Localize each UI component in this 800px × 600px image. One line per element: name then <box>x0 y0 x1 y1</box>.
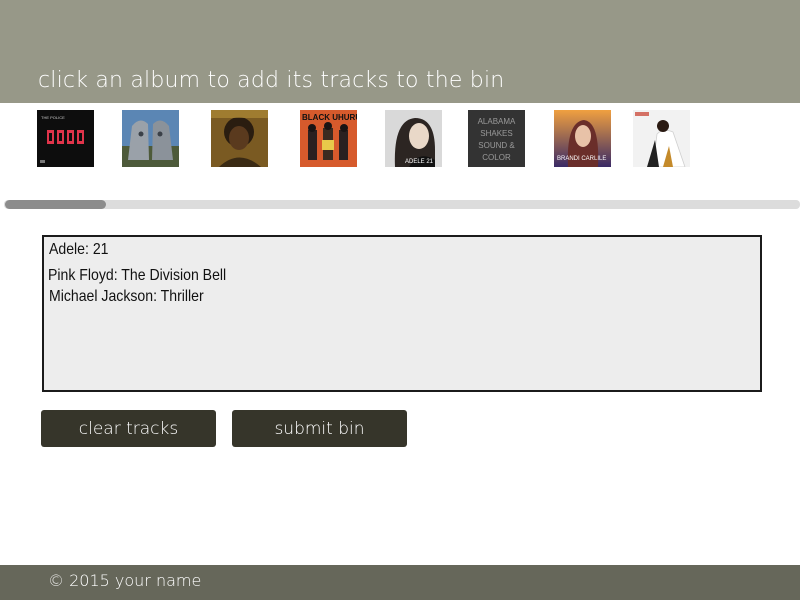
album-cover-alabama-shakes-icon: ALABAMA SHAKES SOUND & COLOR <box>468 110 525 167</box>
footer-copyright: © 2015 your name <box>48 571 202 590</box>
album-cover-black-uhuru-icon: BLACK UHURU <box>300 110 357 167</box>
album-police[interactable]: THE POLICE <box>37 110 94 167</box>
bin-track-item: Adele: 21 <box>49 241 109 258</box>
album-cover-thriller-icon <box>633 110 690 167</box>
album-cover-portrait-icon <box>211 110 268 167</box>
album-pink-floyd[interactable] <box>122 110 179 167</box>
album-michael-jackson[interactable] <box>633 110 690 167</box>
clear-tracks-button[interactable]: clear tracks <box>41 410 216 447</box>
album-cover-pink-floyd-icon <box>122 110 179 167</box>
album-strip: THE POLICE BLACK UHURU ADELE 21 ALABAMA … <box>0 103 800 199</box>
bin-track-item: Pink Floyd: The Division Bell <box>48 267 227 284</box>
svg-text:THE POLICE: THE POLICE <box>41 115 65 120</box>
svg-text:ADELE 21: ADELE 21 <box>405 159 434 165</box>
track-bin: Adele: 21 Pink Floyd: The Division Bell … <box>42 235 762 392</box>
svg-text:SHAKES: SHAKES <box>480 129 512 138</box>
page-title: click an album to add its tracks to the … <box>38 68 505 93</box>
album-scrollbar-thumb[interactable] <box>5 200 106 209</box>
bin-track-item: Michael Jackson: Thriller <box>49 288 204 305</box>
album-cover-adele-icon: ADELE 21 <box>385 110 442 167</box>
album-cover-police-icon: THE POLICE <box>37 110 94 167</box>
album-scrollbar-track[interactable] <box>4 200 800 209</box>
svg-text:COLOR: COLOR <box>482 153 511 162</box>
svg-text:SOUND &: SOUND & <box>478 141 515 150</box>
album-alabama-shakes[interactable]: ALABAMA SHAKES SOUND & COLOR <box>468 110 525 167</box>
svg-text:ALABAMA: ALABAMA <box>478 117 516 126</box>
album-cover-brandi-carlile-icon: BRANDI CARLILE <box>554 110 611 167</box>
svg-text:BRANDI CARLILE: BRANDI CARLILE <box>557 156 606 162</box>
album-black-uhuru[interactable]: BLACK UHURU <box>300 110 357 167</box>
album-brandi-carlile[interactable]: BRANDI CARLILE <box>554 110 611 167</box>
album-ziggy[interactable] <box>211 110 268 167</box>
svg-text:BLACK UHURU: BLACK UHURU <box>302 113 357 122</box>
album-adele[interactable]: ADELE 21 <box>385 110 442 167</box>
submit-bin-button[interactable]: submit bin <box>232 410 407 447</box>
